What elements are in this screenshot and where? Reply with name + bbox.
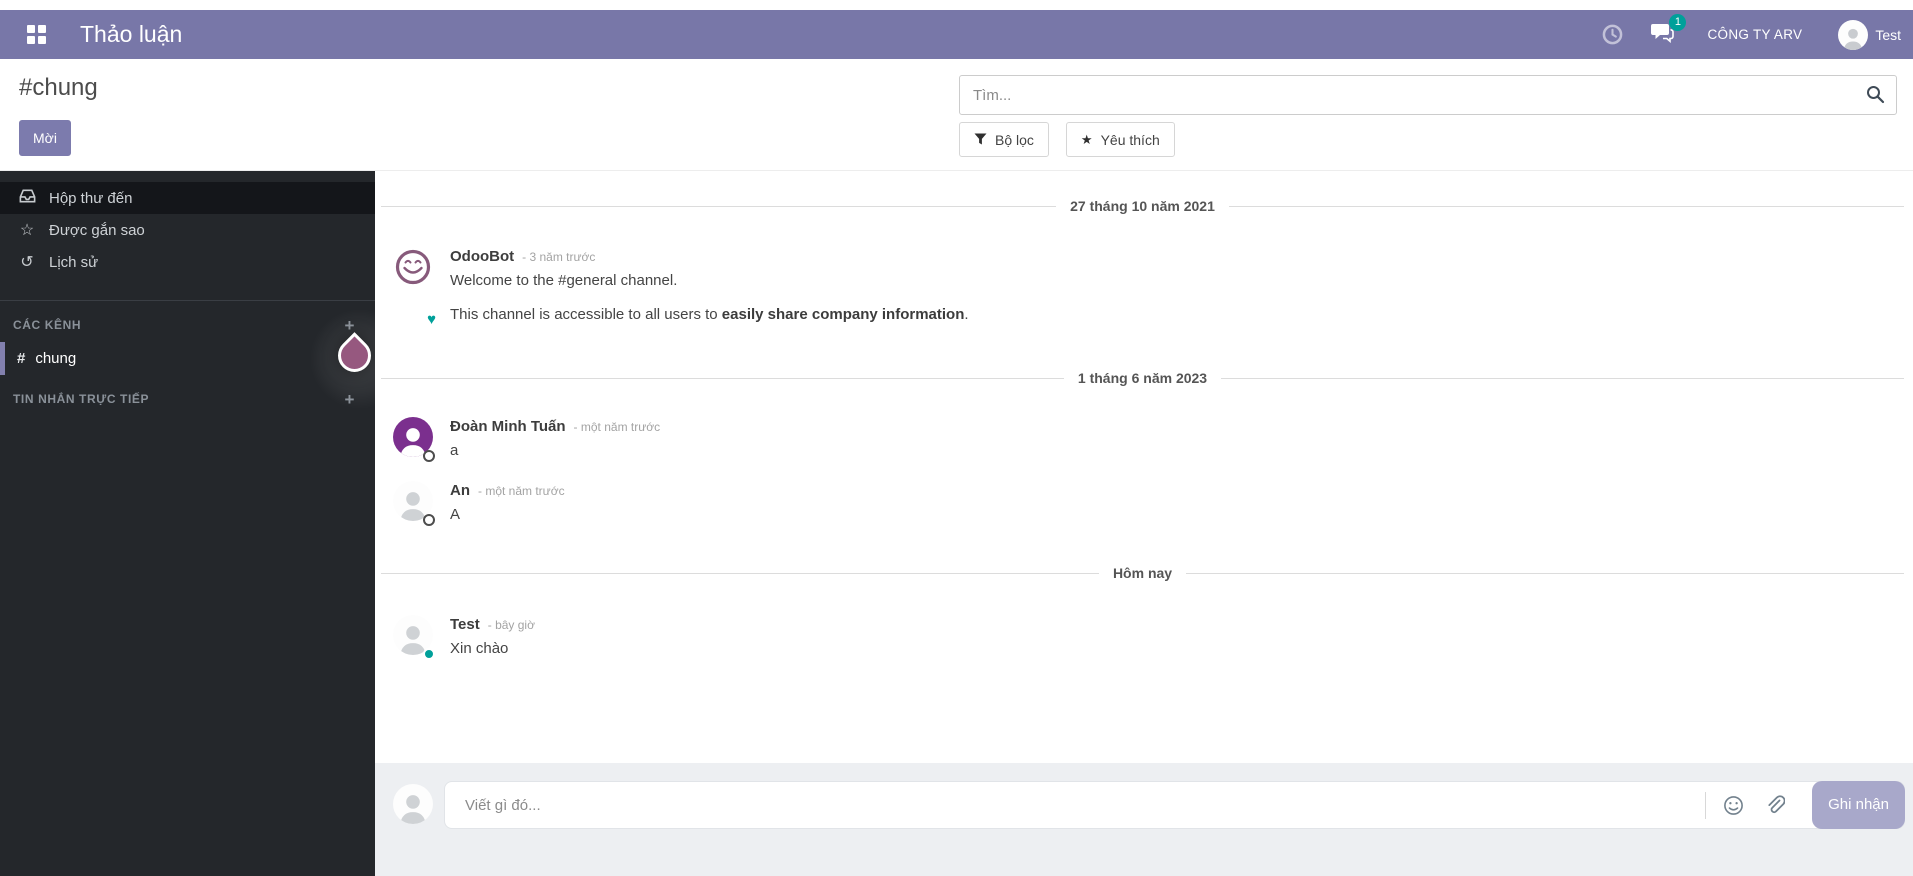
channels-header-label: CÁC KÊNH	[13, 318, 82, 332]
channels-section-header: CÁC KÊNH +	[0, 311, 375, 339]
message-author[interactable]: Đoàn Minh Tuấn	[450, 418, 566, 435]
log-button[interactable]: Ghi nhận	[1812, 780, 1905, 829]
search-input[interactable]	[959, 75, 1897, 115]
message-text: A	[450, 506, 461, 523]
user-name[interactable]: Test	[1875, 27, 1901, 43]
company-name[interactable]: CÔNG TY ARV	[1707, 27, 1802, 42]
favorites-button[interactable]: ★ Yêu thích	[1065, 122, 1175, 157]
channel-name: chung	[35, 350, 77, 367]
sidebar-item-starred[interactable]: ☆ Được gắn sao	[0, 214, 375, 246]
heart-status-icon: ♥	[427, 311, 436, 328]
unread-badge: 1	[1669, 13, 1687, 31]
date-label: 1 tháng 6 năm 2023	[1077, 370, 1208, 386]
person-icon	[1844, 28, 1863, 50]
star-icon: ★	[1080, 131, 1093, 147]
message-time: - 3 năm trước	[522, 250, 596, 264]
avatar	[393, 481, 435, 526]
message-text: Xin chào	[450, 640, 509, 657]
discuss-sidebar: Hộp thư đến ☆ Được gắn sao ↺ Lịch sử CÁC…	[0, 171, 410, 876]
message-author[interactable]: An	[450, 482, 470, 499]
sidebar-item-inbox[interactable]: Hộp thư đến	[0, 182, 375, 214]
composer-avatar	[393, 784, 433, 824]
dm-header-label: TIN NHẮN TRỰC TIẾP	[13, 392, 150, 406]
page-title: #chung	[19, 74, 98, 101]
date-label: 27 tháng 10 năm 2021	[1070, 198, 1215, 214]
message-text: a	[450, 442, 459, 459]
apps-menu-icon[interactable]	[27, 24, 47, 45]
date-separator: 1 tháng 6 năm 2023	[381, 370, 1904, 386]
add-dm-icon[interactable]: +	[344, 391, 355, 408]
message-test: Test - bây giờ Xin chào	[393, 615, 1893, 660]
navbar-right: 1 CÔNG TY ARV Test	[1601, 13, 1913, 50]
control-panel: #chung Mời Bộ lọc ★ Yêu thích	[0, 59, 1913, 171]
date-separator: Hôm nay	[381, 565, 1904, 581]
message-author[interactable]: OdooBot	[450, 248, 514, 265]
messages-menu[interactable]: 1	[1651, 13, 1687, 48]
message-time: - một năm trước	[573, 420, 661, 434]
dm-section-header: TIN NHẮN TRỰC TIẾP +	[0, 385, 375, 413]
sidebar-item-label: Lịch sử	[49, 253, 99, 271]
date-separator: 27 tháng 10 năm 2021	[381, 198, 1904, 214]
funnel-icon	[974, 133, 987, 145]
composer-box: Ghi nhận	[444, 780, 1905, 829]
composer-input[interactable]	[445, 782, 1706, 828]
sidebar-item-label: Hộp thư đến	[49, 189, 133, 207]
offline-status-icon	[423, 450, 435, 462]
filters-button[interactable]: Bộ lọc	[959, 122, 1049, 157]
activities-clock-icon[interactable]	[1601, 23, 1624, 46]
avatar	[393, 417, 435, 462]
attachment-paperclip-icon[interactable]	[1765, 794, 1786, 816]
composer-divider	[1705, 791, 1707, 819]
avatar	[393, 615, 435, 660]
favorites-label: Yêu thích	[1100, 131, 1160, 148]
message-text: This channel is accessible to all users …	[450, 306, 969, 323]
hash-icon: #	[17, 350, 26, 367]
emoji-icon[interactable]	[1723, 795, 1744, 816]
date-label: Hôm nay	[1112, 565, 1173, 581]
chat-content: 27 tháng 10 năm 2021 ♥ OdooBot - 3 năm t…	[375, 171, 1913, 876]
avatar: ♥	[393, 247, 436, 328]
message-time: - một năm trước	[478, 484, 565, 498]
sidebar-divider	[0, 300, 375, 301]
message-odoobot: ♥ OdooBot - 3 năm trước Welcome to the #…	[393, 247, 1893, 328]
top-navbar: Thảo luận 1 CÔNG TY ARV Test	[0, 10, 1913, 59]
add-channel-icon[interactable]: +	[344, 317, 355, 334]
search-box	[959, 75, 1897, 115]
message-list: 27 tháng 10 năm 2021 ♥ OdooBot - 3 năm t…	[375, 171, 1913, 763]
message-an: An - một năm trước A	[393, 481, 1893, 526]
filters-label: Bộ lọc	[995, 131, 1034, 148]
message-text: Welcome to the #general channel.	[450, 272, 678, 289]
user-avatar[interactable]	[1838, 19, 1869, 50]
inbox-icon	[17, 188, 37, 209]
invite-button[interactable]: Mời	[19, 120, 71, 156]
online-status-icon	[423, 648, 435, 660]
message-tuan: Đoàn Minh Tuấn - một năm trước a	[393, 417, 1893, 462]
offline-status-icon	[423, 514, 435, 526]
person-icon	[400, 795, 426, 824]
star-outline-icon: ☆	[19, 222, 35, 239]
odoobot-avatar-icon	[395, 249, 431, 285]
sidebar-channel-chung[interactable]: # chung	[0, 342, 375, 375]
app-title: Thảo luận	[80, 21, 183, 47]
history-icon: ↺	[20, 254, 34, 271]
message-author[interactable]: Test	[450, 616, 480, 633]
discuss-app: Thảo luận 1 CÔNG TY ARV Test #chung Mời	[0, 0, 1913, 876]
message-time: - bây giờ	[487, 618, 535, 632]
message-composer: Ghi nhận	[375, 763, 1913, 876]
sidebar-item-history[interactable]: ↺ Lịch sử	[0, 246, 375, 278]
search-icon[interactable]	[1866, 85, 1885, 109]
sidebar-item-label: Được gắn sao	[49, 221, 145, 239]
filter-row: Bộ lọc ★ Yêu thích	[959, 122, 1175, 157]
